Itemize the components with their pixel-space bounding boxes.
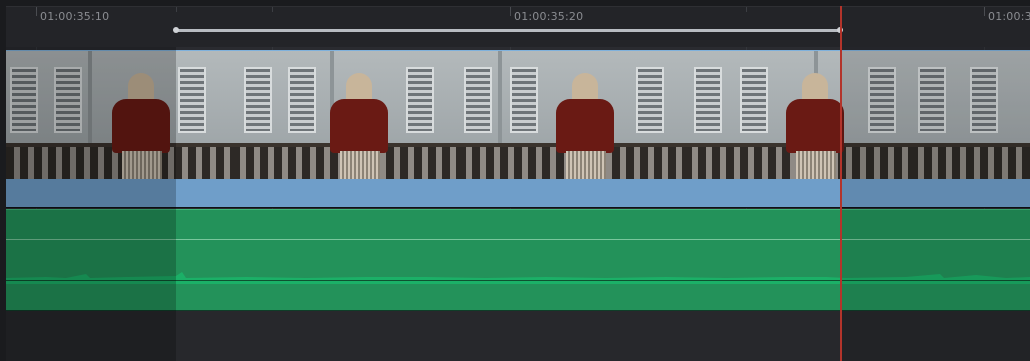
clip-thumbnail	[232, 51, 458, 179]
ruler-tick	[36, 7, 37, 16]
timecode-label: 01:00:35:10	[40, 10, 110, 23]
clip-thumbnail	[910, 51, 1030, 179]
audio-clip[interactable]	[6, 209, 1030, 311]
timecode-label: 01:00:35:20	[514, 10, 584, 23]
clip-thumbnail	[458, 51, 684, 179]
clip-thumbnail	[684, 51, 910, 179]
video-clip-bar[interactable]	[6, 179, 1030, 207]
video-thumbnails	[6, 51, 1030, 179]
ruler-tick	[984, 7, 985, 16]
empty-track-row[interactable]	[6, 311, 1030, 361]
audio-baseline	[6, 280, 1030, 281]
ruler-tick	[176, 7, 177, 12]
ruler-tick	[510, 7, 511, 16]
ruler-tick	[272, 7, 273, 12]
track-area[interactable]	[6, 47, 1030, 361]
timecode-ruler[interactable]: 01:00:35:10 01:00:35:20 01:00:3	[6, 6, 1030, 47]
in-out-range-bar[interactable]	[176, 29, 840, 32]
timecode-label: 01:00:3	[988, 10, 1030, 23]
playhead[interactable]	[840, 6, 842, 361]
clip-thumbnail	[6, 51, 232, 179]
in-point-handle[interactable]	[173, 27, 179, 33]
ruler-tick	[746, 7, 747, 12]
video-clip[interactable]	[6, 50, 1030, 208]
audio-level-line	[6, 239, 1030, 240]
